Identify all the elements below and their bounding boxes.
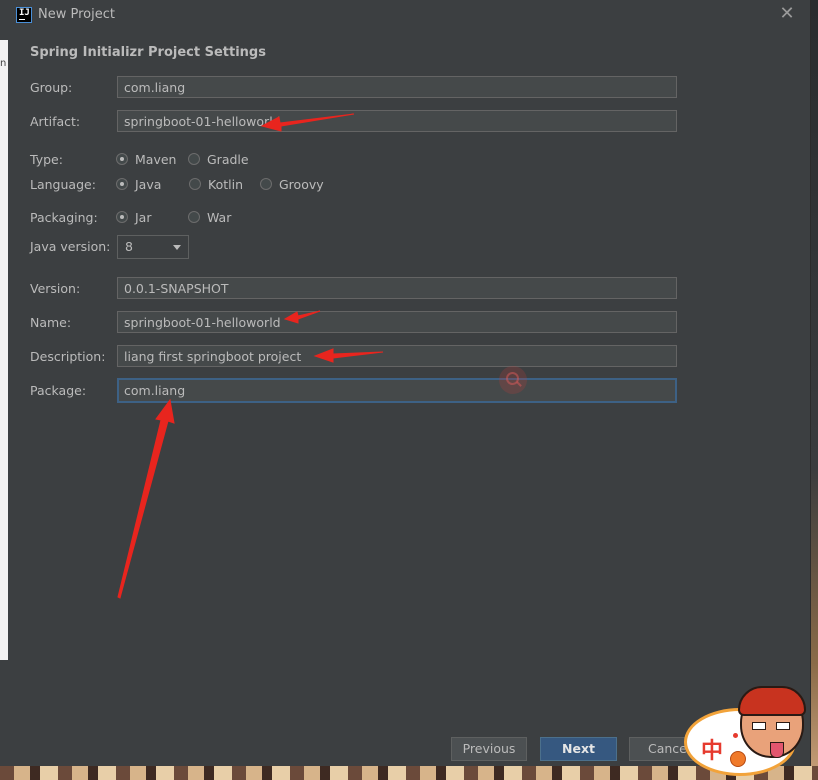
- language-radio-groovy[interactable]: Groovy: [260, 175, 324, 193]
- chevron-down-icon: [173, 245, 181, 250]
- name-input[interactable]: [117, 311, 677, 333]
- packaging-radio-war[interactable]: War: [188, 208, 231, 226]
- desktop-wallpaper-bottom: [0, 766, 818, 780]
- packaging-radio-jar[interactable]: Jar: [116, 208, 152, 226]
- language-label: Language:: [30, 177, 96, 192]
- basketball-icon: [730, 751, 746, 767]
- type-radio-maven[interactable]: Maven: [116, 150, 176, 168]
- java-version-label: Java version:: [30, 239, 111, 254]
- previous-button[interactable]: Previous: [451, 737, 527, 761]
- radio-dot: [189, 178, 201, 190]
- type-label: Type:: [30, 152, 63, 167]
- name-label: Name:: [30, 315, 72, 330]
- ime-dot: [733, 733, 738, 738]
- artifact-input[interactable]: [117, 110, 677, 132]
- description-label: Description:: [30, 349, 106, 364]
- package-input[interactable]: [117, 378, 677, 403]
- java-version-select[interactable]: 8: [117, 235, 189, 259]
- version-input[interactable]: [117, 277, 677, 299]
- radio-dot: [188, 211, 200, 223]
- group-input[interactable]: [117, 76, 677, 98]
- radio-dot: [116, 178, 128, 190]
- background-window-edge: n: [0, 40, 8, 660]
- intellij-icon: IJ: [16, 7, 32, 23]
- window-title: New Project: [38, 7, 115, 22]
- language-radio-java[interactable]: Java: [116, 175, 161, 193]
- package-label: Package:: [30, 383, 87, 398]
- group-label: Group:: [30, 80, 73, 95]
- radio-dot: [116, 211, 128, 223]
- mascot-eye: [776, 722, 790, 730]
- search-icon: [499, 366, 527, 394]
- type-radio-gradle[interactable]: Gradle: [188, 150, 249, 168]
- radio-dot: [116, 153, 128, 165]
- description-input[interactable]: [117, 345, 677, 367]
- desktop-wallpaper: [810, 0, 818, 780]
- mascot-eye: [752, 722, 766, 730]
- section-title: Spring Initializr Project Settings: [30, 45, 266, 60]
- packaging-label: Packaging:: [30, 210, 98, 225]
- version-label: Version:: [30, 281, 81, 296]
- mascot-tongue: [770, 742, 784, 758]
- new-project-dialog: IJ New Project ✕ Spring Initializr Proje…: [8, 0, 811, 766]
- language-radio-kotlin[interactable]: Kotlin: [189, 175, 243, 193]
- radio-dot: [260, 178, 272, 190]
- close-icon[interactable]: ✕: [777, 4, 797, 24]
- next-button[interactable]: Next: [540, 737, 617, 761]
- title-bar[interactable]: IJ New Project ✕: [8, 0, 810, 30]
- artifact-label: Artifact:: [30, 114, 81, 129]
- radio-dot: [188, 153, 200, 165]
- mascot-hair: [738, 686, 806, 716]
